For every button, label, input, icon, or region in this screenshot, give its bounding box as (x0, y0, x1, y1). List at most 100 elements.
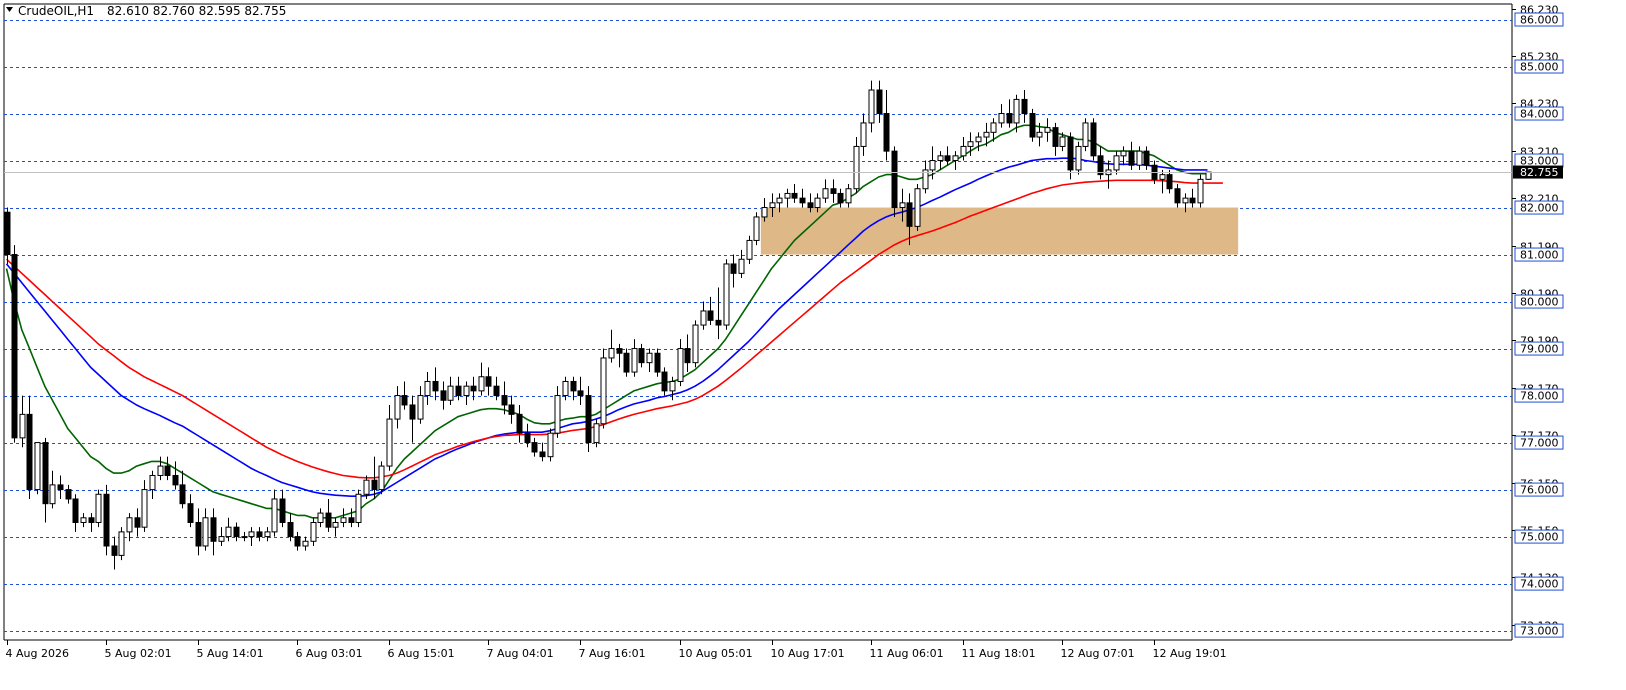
price-level-label: 81.000 (1520, 249, 1559, 262)
candle-body-down (807, 202, 814, 209)
candle-body-up (417, 395, 424, 420)
price-level-label: 78.000 (1520, 390, 1559, 403)
candle-body-down (1052, 127, 1059, 147)
chart-area[interactable]: 86.230 85.230 84.230 83.210 82.210 81.190 80.1… (0, 0, 1626, 686)
time-axis-label: 5 Aug 02:01 (105, 647, 172, 660)
price-chart[interactable]: 86.23085.23084.23083.21082.21081.19080.1… (0, 0, 1626, 686)
candle-body-down (455, 385, 462, 397)
candle-body-down (371, 479, 378, 491)
candle-body-down (470, 385, 477, 392)
candle (34, 442, 41, 495)
candle-body-down (585, 395, 592, 444)
candle-body-down (791, 192, 798, 199)
price-level-label: 84.000 (1520, 108, 1559, 121)
candle-body-up (753, 216, 760, 241)
candle-body-up (248, 531, 255, 538)
candle-body-up (394, 395, 401, 420)
candle-body-down (1090, 122, 1097, 157)
candle-body-up (814, 197, 821, 209)
candle-body-up (952, 155, 959, 162)
candle-body-up (990, 122, 997, 133)
candle-body-down (493, 385, 500, 397)
candle-body-down (623, 352, 630, 373)
candle-body-down (1174, 188, 1181, 204)
candle-body-up (761, 207, 768, 218)
candle (753, 212, 760, 246)
candle-body-down (26, 413, 33, 491)
candle-body-down (891, 150, 898, 209)
candle-body-up (1036, 131, 1043, 138)
candle-body-up (141, 489, 148, 528)
candle-body-up (149, 474, 156, 491)
price-level-label: 75.000 (1520, 531, 1559, 544)
candle-body-down (111, 545, 118, 556)
price-level-label: 73.000 (1520, 625, 1559, 638)
candle-body-up (332, 521, 339, 528)
candle-body-up (769, 202, 776, 209)
time-axis-label: 11 Aug 18:01 (962, 647, 1036, 660)
candle-body-up (218, 536, 225, 542)
candle-body-down (187, 503, 194, 523)
candle-body-down (638, 348, 645, 364)
time-axis-label: 10 Aug 17:01 (771, 647, 845, 660)
candle-body-down (1166, 174, 1173, 190)
candle-body-up (241, 536, 248, 539)
candle-body-up (1136, 150, 1143, 166)
candle-body-down (1189, 197, 1196, 204)
price-level-label: 77.000 (1520, 437, 1559, 450)
candle-body-down (348, 517, 355, 523)
candle (310, 517, 317, 546)
candle (118, 527, 125, 561)
candle-body-up (547, 432, 554, 458)
time-axis-label: 12 Aug 07:01 (1061, 647, 1135, 660)
candle-body-up (600, 357, 607, 425)
candle-body-up (776, 197, 783, 204)
candle-body-up (983, 131, 990, 138)
candle-body-up (463, 385, 470, 397)
candle-body-down (1006, 113, 1013, 124)
candle-body-down (233, 526, 240, 538)
candle (891, 146, 898, 217)
candle-body-down (294, 536, 301, 547)
candle-body-up (593, 423, 600, 444)
candle-body-up (860, 122, 867, 147)
candle (378, 461, 385, 495)
candle-body-up (424, 380, 431, 397)
candle-body-up (738, 258, 745, 274)
candle-body-down (944, 155, 951, 162)
price-level-label: 76.000 (1520, 484, 1559, 497)
candle-body-down (883, 113, 890, 152)
candle-body-down (134, 517, 141, 528)
candle-body-down (524, 432, 531, 444)
candle-body-up (340, 517, 347, 523)
candle-body-down (707, 310, 714, 321)
candle-body-up (34, 442, 41, 491)
candle-body-down (57, 484, 64, 491)
candle-body-down (508, 404, 515, 415)
candle-body-down (325, 512, 332, 528)
candle-body-down (654, 352, 661, 373)
candle-body-down (287, 521, 294, 538)
candle-body-up (302, 540, 309, 547)
candle-body-down (401, 395, 408, 406)
candle-body-up (202, 517, 209, 547)
candle-body-down (179, 484, 186, 505)
candle-body-down (1067, 136, 1074, 171)
candle-body-up (1044, 127, 1051, 133)
candle-body-down (172, 474, 179, 486)
candle-body-down (103, 493, 110, 547)
current-price-label: 82.755 (1520, 166, 1559, 179)
candle (723, 259, 730, 330)
candle-body-down (837, 192, 844, 204)
candle (1029, 108, 1036, 142)
candle-body-up (118, 531, 125, 556)
candle-body-down (539, 451, 546, 458)
candle-body-up (784, 192, 791, 199)
candle-body-up (692, 324, 699, 364)
candle-body-up (271, 498, 278, 533)
candle-body-up (914, 188, 921, 227)
support-zone-layer (760, 207, 1239, 255)
candle-body-down (1021, 98, 1028, 115)
candle-body-up (447, 385, 454, 401)
candle (1090, 118, 1097, 161)
